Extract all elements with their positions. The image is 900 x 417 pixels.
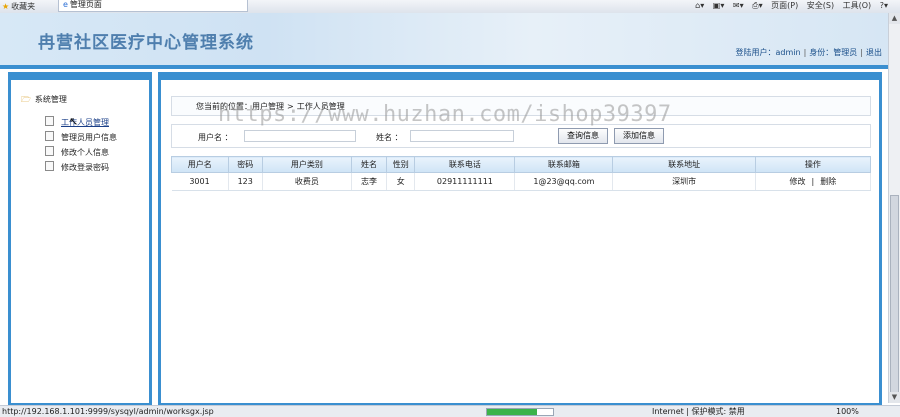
username-input[interactable] xyxy=(244,130,356,142)
mouse-cursor-icon: ↖ xyxy=(69,115,79,128)
browser-toolbar: ⌂▾ ▣▾ ✉▾ ⎙▾ 页面(P) 安全(S) 工具(O) ?▾ xyxy=(689,0,888,11)
logout-link[interactable]: 退出 xyxy=(866,48,882,57)
home-icon[interactable]: ⌂▾ xyxy=(695,1,704,10)
app-header: 冉营社区医疗中心管理系统 登陆用户：admin | 身份：管理员 | 退出 xyxy=(0,13,888,69)
menu-tools[interactable]: 工具(O) xyxy=(843,1,872,10)
scroll-up-icon[interactable]: ▲ xyxy=(889,13,900,24)
cell-email: 1@23@qq.com xyxy=(514,172,614,191)
username-label: 用户名 ： xyxy=(198,133,233,142)
table-row: 3001 123 收费员 志李 女 02911111111 1@23@qq.co… xyxy=(171,172,872,191)
document-icon xyxy=(45,146,54,156)
identity: 身份：管理员 xyxy=(809,48,858,57)
sidebar: 🗁 系统管理 工作人员管理 管理员用户信息 修改个人信息 修改登录密码 xyxy=(8,72,152,406)
add-button[interactable]: 添加信息 xyxy=(614,128,664,144)
query-button[interactable]: 查询信息 xyxy=(558,128,608,144)
document-icon xyxy=(45,161,54,171)
col-actions: 操作 xyxy=(754,156,872,173)
feeds-icon[interactable]: ▣▾ xyxy=(713,1,725,10)
login-user: 登陆用户：admin xyxy=(735,48,801,57)
col-username: 用户名 xyxy=(171,156,229,173)
breadcrumb-level2: 工作人员管理 xyxy=(296,102,345,111)
status-bar: http://192.168.1.101:9999/sysqyl/admin/w… xyxy=(0,405,900,417)
app-title: 冉营社区医疗中心管理系统 xyxy=(38,33,254,53)
progress-bar xyxy=(486,408,554,416)
col-category: 用户类别 xyxy=(261,156,352,173)
security-zone: Internet | 保护模式: 禁用 xyxy=(652,407,745,416)
search-form: 用户名 ： 姓名 ： 查询信息 添加信息 xyxy=(171,124,871,148)
cell-name: 志李 xyxy=(351,172,388,191)
cell-phone: 02911111111 xyxy=(414,172,516,191)
sidebar-root[interactable]: 🗁 系统管理 xyxy=(21,94,67,108)
print-icon[interactable]: ⎙▾ xyxy=(752,1,762,10)
zoom-level[interactable]: 100% xyxy=(836,406,859,417)
browser-command-bar: ★ 收藏夹 e 管理页面 ⌂▾ ▣▾ ✉▾ ⎙▾ 页面(P) 安全(S) 工具(O)… xyxy=(0,0,900,14)
name-input[interactable] xyxy=(410,130,514,142)
favorites-button[interactable]: ★ 收藏夹 xyxy=(2,1,35,11)
col-gender: 性别 xyxy=(386,156,416,173)
document-icon xyxy=(45,116,54,126)
folder-open-icon: 🗁 xyxy=(21,95,31,104)
star-icon: ★ xyxy=(2,2,10,11)
cell-username: 3001 xyxy=(171,172,229,191)
browser-tab[interactable]: e 管理页面 xyxy=(58,0,248,12)
cell-password: 123 xyxy=(228,172,263,191)
col-password: 密码 xyxy=(227,156,263,173)
breadcrumb: 您当前的位置：用户管理 > 工作人员管理 xyxy=(171,96,871,116)
sidebar-item-edit-profile[interactable]: 修改个人信息 xyxy=(45,146,109,158)
user-info: 登陆用户：admin | 身份：管理员 | 退出 xyxy=(735,48,882,57)
document-icon xyxy=(45,131,54,141)
mail-icon[interactable]: ✉▾ xyxy=(733,1,744,10)
vertical-scrollbar[interactable]: ▲ ▼ xyxy=(888,13,900,403)
col-email: 联系邮箱 xyxy=(514,156,614,173)
col-address: 联系地址 xyxy=(612,156,756,173)
name-label: 姓名 ： xyxy=(376,133,403,142)
breadcrumb-prefix: 您当前的位置： xyxy=(196,102,252,111)
scroll-thumb[interactable] xyxy=(890,195,899,395)
cell-actions: 修改 | 删除 xyxy=(755,172,872,191)
scroll-down-icon[interactable]: ▼ xyxy=(889,392,900,403)
menu-safety[interactable]: 安全(S) xyxy=(807,1,834,10)
col-name: 姓名 xyxy=(350,156,388,173)
staff-table: 用户名 密码 用户类别 姓名 性别 联系电话 联系邮箱 联系地址 操作 3001… xyxy=(171,156,872,191)
cell-category: 收费员 xyxy=(262,172,352,191)
menu-page[interactable]: 页面(P) xyxy=(771,1,798,10)
progress-fill xyxy=(487,409,537,415)
main-panel: 您当前的位置：用户管理 > 工作人员管理 用户名 ： 姓名 ： 查询信息 添加信息 … xyxy=(158,72,882,406)
help-icon[interactable]: ?▾ xyxy=(880,1,888,10)
status-url: http://192.168.1.101:9999/sysqyl/admin/w… xyxy=(2,407,214,416)
cell-address: 深圳市 xyxy=(612,172,756,191)
breadcrumb-level1: 用户管理 xyxy=(252,102,284,111)
edit-link[interactable]: 修改 xyxy=(790,177,806,186)
ie-page-icon: e xyxy=(63,0,68,9)
table-header-row: 用户名 密码 用户类别 姓名 性别 联系电话 联系邮箱 联系地址 操作 xyxy=(171,156,872,173)
cell-gender: 女 xyxy=(386,172,416,191)
sidebar-item-admin-info[interactable]: 管理员用户信息 xyxy=(45,131,117,143)
sidebar-item-change-password[interactable]: 修改登录密码 xyxy=(45,161,109,173)
col-phone: 联系电话 xyxy=(414,156,516,173)
delete-link[interactable]: 删除 xyxy=(820,177,836,186)
